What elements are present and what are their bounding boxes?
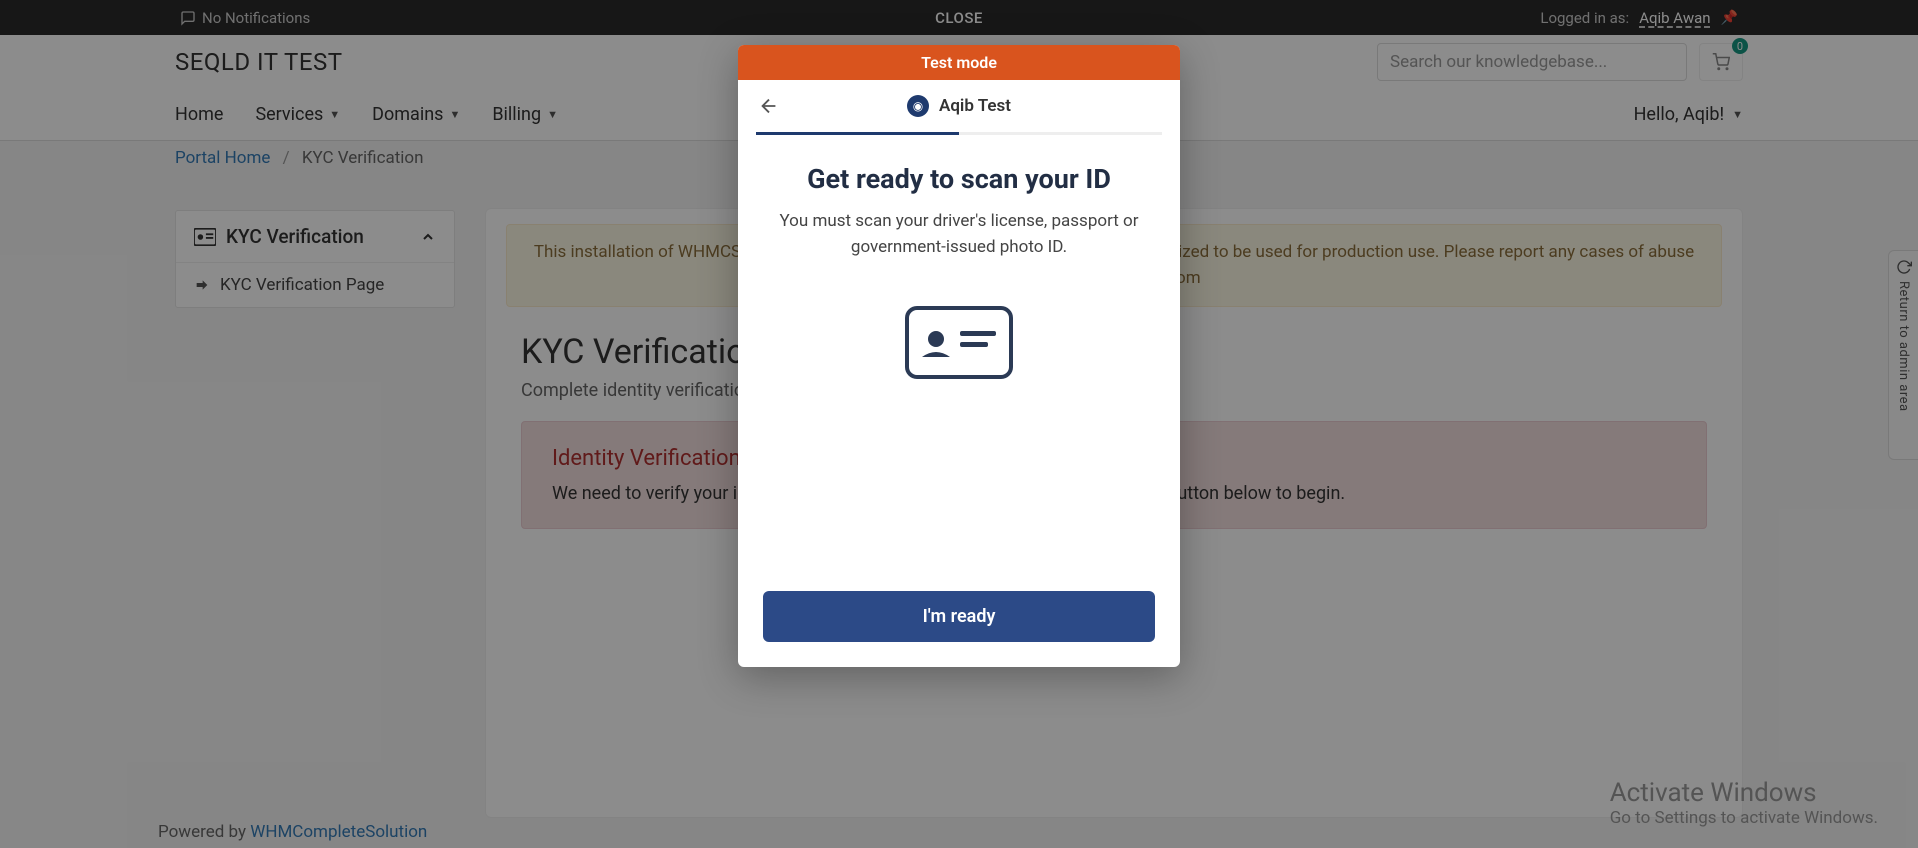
test-mode-banner: Test mode [738,45,1180,80]
account-name: Aqib Test [939,96,1011,116]
account-logo-icon: ◉ [907,95,929,117]
arrow-left-icon [758,95,780,117]
modal-body-text: You must scan your driver's license, pas… [768,209,1150,260]
modal-header: ◉ Aqib Test [738,80,1180,132]
id-scan-modal: Test mode ◉ Aqib Test Get ready to scan … [738,45,1180,667]
im-ready-button[interactable]: I'm ready [763,591,1155,642]
back-button[interactable] [758,95,780,117]
id-card-illustration [904,305,1014,380]
modal-title: Get ready to scan your ID [768,163,1150,195]
